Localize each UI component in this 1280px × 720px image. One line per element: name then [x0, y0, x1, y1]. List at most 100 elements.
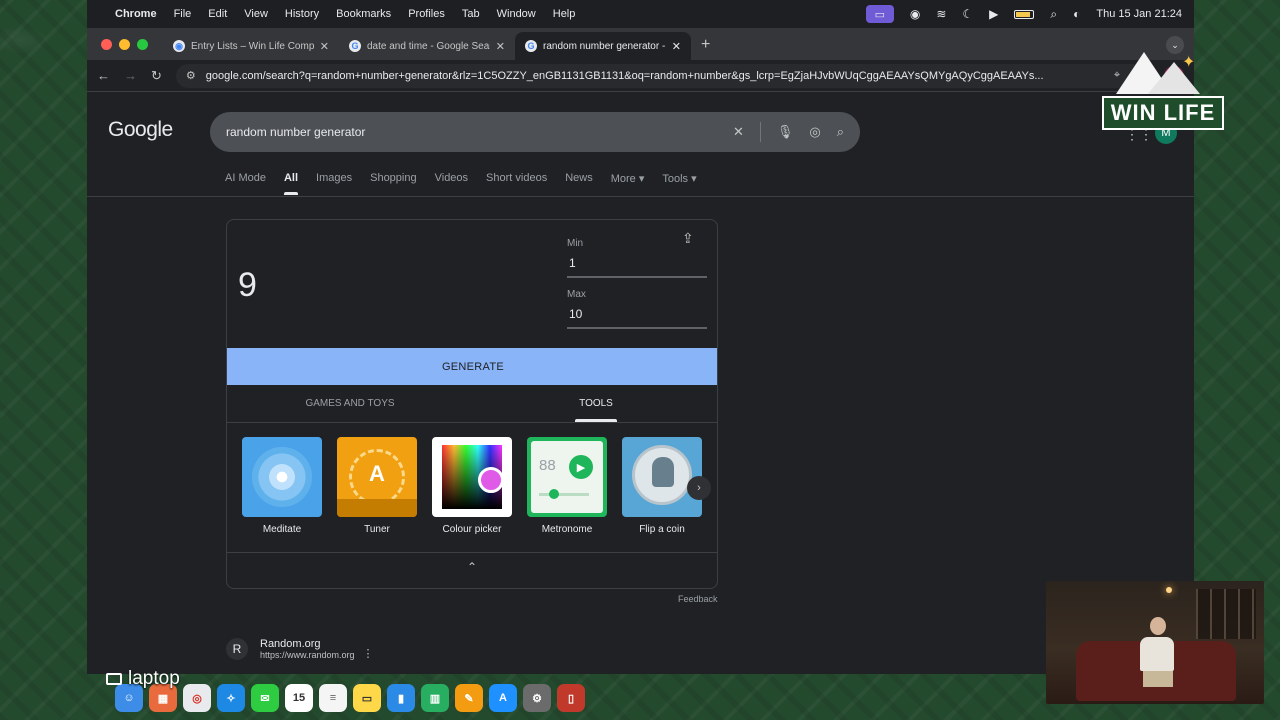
spotlight-search-icon[interactable]: ⌕	[1050, 7, 1057, 22]
result-site-name[interactable]: Random.org	[260, 638, 355, 650]
keynote-icon[interactable]: ▮	[387, 684, 415, 712]
menu-history[interactable]: History	[285, 8, 319, 20]
feedback-link[interactable]: Feedback	[678, 594, 718, 604]
browser-tab-2[interactable]: G date and time - Google Searc ✕	[339, 32, 515, 60]
search-icon[interactable]: ⌕	[837, 124, 844, 140]
tab-shopping[interactable]: Shopping	[370, 172, 417, 195]
control-center-icon[interactable]: ◐	[1073, 7, 1080, 21]
share-icon[interactable]: ⇪	[682, 230, 694, 247]
notes-icon[interactable]: ▭	[353, 684, 381, 712]
tab-close-icon[interactable]: ✕	[672, 40, 681, 53]
wifi-icon[interactable]: ≋	[936, 7, 946, 21]
tab-more[interactable]: More ▾	[611, 172, 645, 195]
tab-close-icon[interactable]: ✕	[496, 40, 505, 53]
moon-icon[interactable]: ☾	[962, 7, 973, 21]
tool-colour-picker[interactable]: Colour picker	[432, 437, 512, 535]
minimize-window-button[interactable]	[119, 39, 130, 50]
tool-name: Metronome	[541, 524, 593, 535]
tab-favicon-icon: ◉	[173, 40, 185, 52]
tab-strip: ◉ Entry Lists – Win Life Compe ✕ G date …	[87, 28, 1194, 60]
tab-ai-mode[interactable]: AI Mode	[225, 172, 266, 195]
tab-news[interactable]: News	[565, 172, 593, 195]
back-arrow-icon[interactable]: ←	[97, 68, 110, 83]
tabs-divider	[87, 196, 1194, 197]
tab-images[interactable]: Images	[316, 172, 352, 195]
lens-camera-icon[interactable]: ◎	[809, 124, 820, 140]
browser-tab-1[interactable]: ◉ Entry Lists – Win Life Compe ✕	[163, 32, 339, 60]
reminders-icon[interactable]: ≡	[319, 684, 347, 712]
google-logo[interactable]: Google	[108, 118, 173, 142]
search-tabs: AI Mode All Images Shopping Videos Short…	[225, 172, 715, 195]
screen-cast-icon[interactable]: ▭	[865, 5, 894, 23]
pages-icon[interactable]: ✎	[455, 684, 483, 712]
menu-tab[interactable]: Tab	[462, 8, 480, 20]
tab-games-and-toys[interactable]: GAMES AND TOYS	[227, 385, 473, 422]
min-input[interactable]: 1	[567, 254, 707, 278]
safari-icon[interactable]: ✧	[217, 684, 245, 712]
zoom-window-button[interactable]	[137, 39, 148, 50]
numbers-icon[interactable]: ▥	[421, 684, 449, 712]
caption-text: laptop	[128, 668, 180, 689]
menu-file[interactable]: File	[174, 8, 192, 20]
tuner-icon[interactable]: A	[337, 437, 417, 517]
tools-carousel: Meditate A Tuner Colour picker 88 ▶ Metr…	[242, 437, 702, 535]
tab-title: Entry Lists – Win Life Compe	[191, 40, 314, 52]
metronome-icon[interactable]: 88 ▶	[527, 437, 607, 517]
presenter-figure	[1140, 617, 1176, 687]
browser-tab-3-active[interactable]: G random number generator - G ✕	[515, 32, 691, 60]
generated-number: 9	[238, 266, 257, 304]
menubar-clock[interactable]: Thu 15 Jan 21:24	[1096, 8, 1182, 20]
battery-icon[interactable]	[1014, 9, 1035, 19]
play-icon[interactable]: ▶	[989, 7, 998, 21]
tab-short-videos[interactable]: Short videos	[486, 172, 547, 195]
reload-icon[interactable]: ↻	[151, 68, 162, 84]
chrome-icon[interactable]: ◎	[183, 684, 211, 712]
flip-coin-icon[interactable]	[622, 437, 702, 517]
menu-view[interactable]: View	[244, 8, 268, 20]
forward-arrow-icon[interactable]: →	[124, 68, 137, 83]
generate-button[interactable]: GENERATE	[227, 348, 717, 385]
collapse-chevron-up-icon[interactable]: ⌃	[467, 560, 477, 574]
calendar-icon[interactable]: 15	[285, 684, 313, 712]
clear-search-icon[interactable]: ✕	[733, 124, 744, 140]
menu-edit[interactable]: Edit	[208, 8, 227, 20]
colour-picker-icon[interactable]	[432, 437, 512, 517]
tab-videos[interactable]: Videos	[435, 172, 468, 195]
close-window-button[interactable]	[101, 39, 112, 50]
result-more-icon[interactable]: ⋮	[363, 647, 374, 660]
search-box[interactable]: random number generator ✕ 🎙 ◎ ⌕	[210, 112, 860, 152]
tab-close-icon[interactable]: ✕	[320, 40, 329, 53]
tab-tools[interactable]: Tools ▾	[662, 172, 696, 195]
tool-meditate[interactable]: Meditate	[242, 437, 322, 535]
menu-bookmarks[interactable]: Bookmarks	[336, 8, 391, 20]
new-tab-icon[interactable]: +	[691, 36, 720, 60]
tool-metronome[interactable]: 88 ▶ Metronome	[527, 437, 607, 535]
address-bar[interactable]: ⚙ google.com/search?q=random+number+gene…	[175, 63, 1150, 88]
tool-tuner[interactable]: A Tuner	[337, 437, 417, 535]
meditate-icon[interactable]	[242, 437, 322, 517]
microphone-icon[interactable]: 🎙	[777, 124, 794, 140]
url-text[interactable]: google.com/search?q=random+number+genera…	[206, 70, 1104, 82]
site-settings-icon[interactable]: ⚙	[186, 69, 196, 82]
mac-menubar: Chrome File Edit View History Bookmarks …	[87, 0, 1194, 28]
max-input[interactable]: 10	[567, 305, 707, 329]
cam-lamp	[1166, 587, 1172, 593]
carousel-next-icon[interactable]: ›	[687, 476, 711, 500]
menu-app-name[interactable]: Chrome	[115, 8, 157, 20]
mirror-app-icon[interactable]: ▯	[557, 684, 585, 712]
app-store-icon[interactable]: A	[489, 684, 517, 712]
chat-icon[interactable]: ◉	[910, 7, 920, 21]
messages-icon[interactable]: ✉	[251, 684, 279, 712]
laptop-caption: laptop	[106, 668, 180, 690]
menu-window[interactable]: Window	[497, 8, 536, 20]
menu-help[interactable]: Help	[553, 8, 576, 20]
tab-all[interactable]: All	[283, 172, 299, 195]
result-url[interactable]: https://www.random.org	[260, 650, 355, 660]
google-results-page: Google random number generator ✕ 🎙 ◎ ⌕ ⋮…	[87, 92, 1194, 674]
system-settings-icon[interactable]: ⚙	[523, 684, 551, 712]
search-result-random-org[interactable]: R Random.org https://www.random.org ⋮	[226, 637, 374, 660]
tab-tools-category[interactable]: TOOLS	[473, 385, 717, 422]
mac-dock: ☺ ▦ ◎ ✧ ✉ 15 ≡ ▭ ▮ ▥ ✎ A ⚙ ▯	[115, 678, 585, 718]
menu-profiles[interactable]: Profiles	[408, 8, 445, 20]
search-query[interactable]: random number generator	[226, 125, 717, 139]
